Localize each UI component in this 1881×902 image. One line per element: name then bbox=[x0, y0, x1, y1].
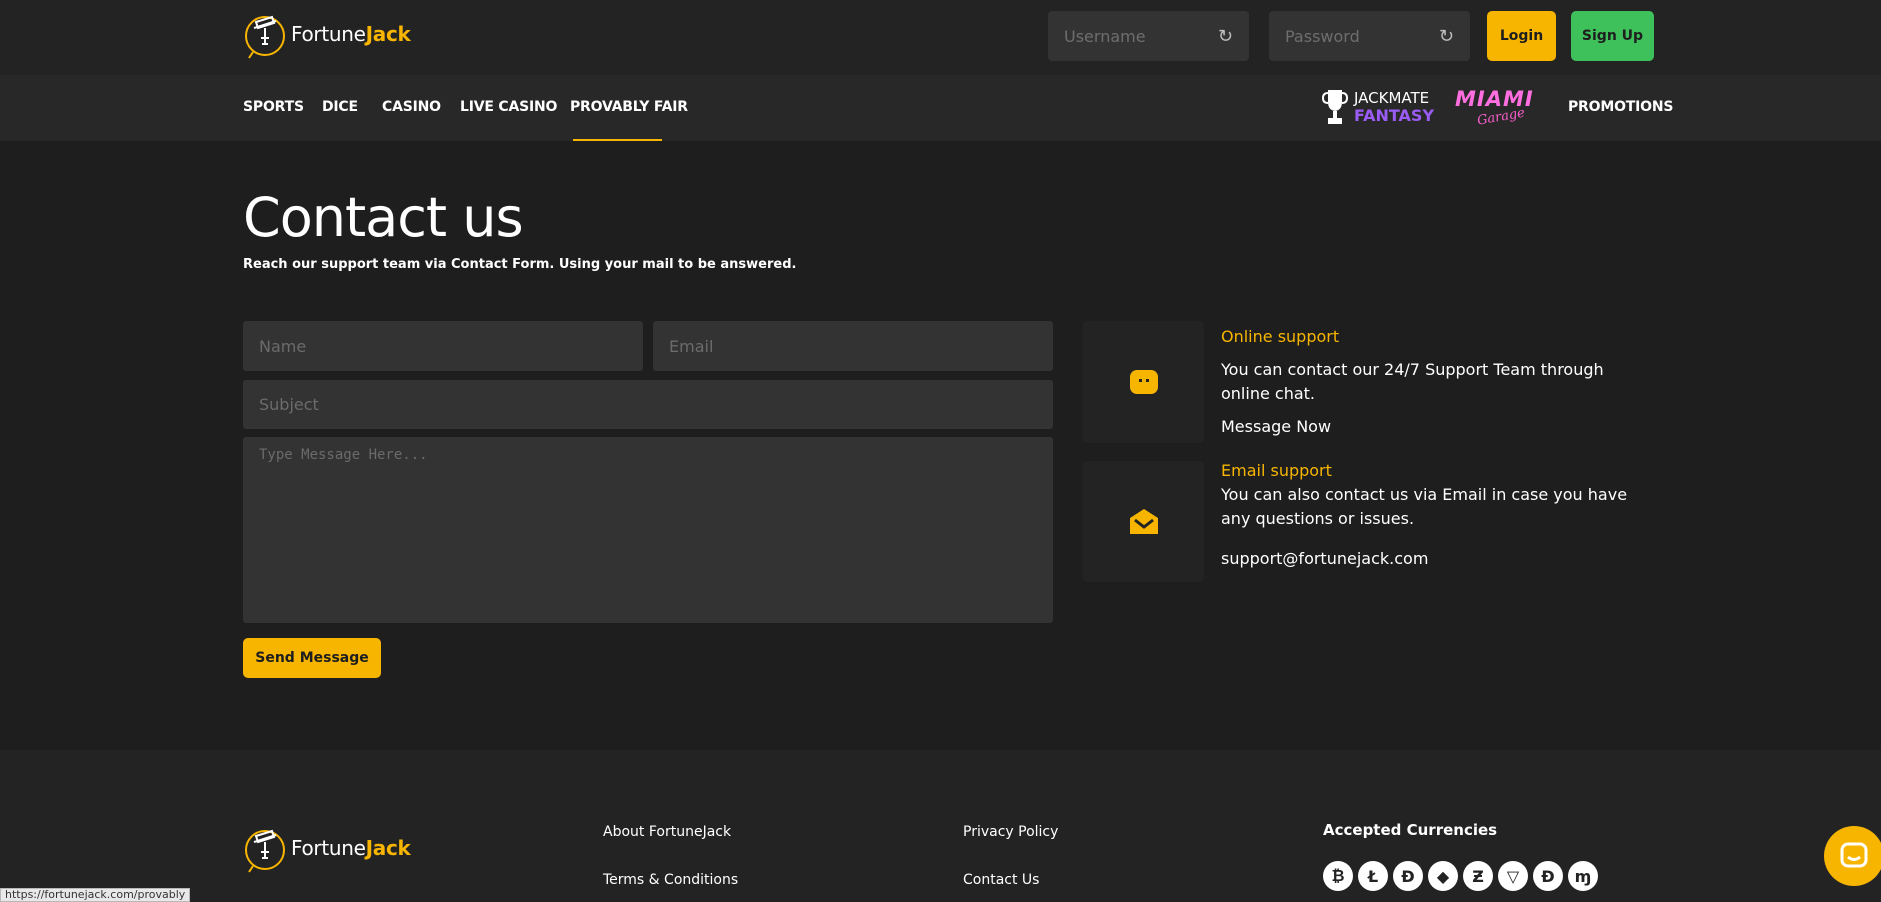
fortunejack-logo-icon bbox=[245, 15, 285, 59]
online-support-title: Online support bbox=[1221, 327, 1340, 346]
footer-contact-link[interactable]: Contact Us bbox=[963, 872, 1039, 888]
nav-item-dice[interactable]: DICE bbox=[322, 99, 358, 115]
logo-text-part2: Jack bbox=[365, 22, 411, 46]
username-placeholder: Username bbox=[1064, 26, 1146, 46]
nav-item-sports[interactable]: SPORTS bbox=[243, 99, 304, 115]
accepted-currencies-heading: Accepted Currencies bbox=[1323, 821, 1498, 839]
username-input[interactable]: Username ↻ bbox=[1048, 11, 1249, 61]
zcash-icon: Ƶ bbox=[1463, 861, 1493, 891]
email-input[interactable]: Email bbox=[653, 321, 1053, 371]
dogecoin-icon: Ð bbox=[1393, 861, 1423, 891]
logo-text-part2: Jack bbox=[365, 836, 411, 860]
support-email-link[interactable]: support@fortunejack.com bbox=[1221, 549, 1428, 568]
chat-icon bbox=[1129, 370, 1158, 394]
logo-text: FortuneJack bbox=[291, 836, 411, 860]
refresh-icon[interactable]: ↻ bbox=[1218, 26, 1233, 47]
footer-about-link[interactable]: About FortuneJack bbox=[603, 824, 731, 840]
login-button[interactable]: Login bbox=[1487, 11, 1556, 61]
header-logo[interactable]: FortuneJack bbox=[243, 8, 411, 60]
password-placeholder: Password bbox=[1285, 26, 1360, 46]
miami-garage-logo-icon: MIAMI Garage bbox=[1455, 87, 1533, 129]
jackmate-fantasy-link[interactable]: JACKMATE FANTASY bbox=[1322, 88, 1434, 126]
signup-button[interactable]: Sign Up bbox=[1571, 11, 1654, 61]
message-textarea[interactable]: Type Message Here... bbox=[243, 437, 1053, 623]
email-support-box bbox=[1083, 461, 1204, 582]
monero-icon: ɱ bbox=[1568, 861, 1598, 891]
ethereum-icon: ◆ bbox=[1428, 861, 1458, 891]
litecoin-icon: Ł bbox=[1358, 861, 1388, 891]
chat-bubble-icon bbox=[1840, 842, 1868, 868]
logo-text-part1: Fortune bbox=[291, 836, 366, 860]
page-title: Contact us bbox=[243, 186, 524, 249]
online-support-text: You can contact our 24/7 Support Team th… bbox=[1221, 360, 1604, 403]
fantasy-text: FANTASY bbox=[1354, 105, 1435, 125]
nav-item-live-casino[interactable]: LIVE CASINO bbox=[460, 99, 557, 115]
email-support-title: Email support bbox=[1221, 461, 1332, 480]
footer-terms-link[interactable]: Terms & Conditions bbox=[603, 872, 738, 888]
live-chat-button[interactable] bbox=[1824, 826, 1881, 886]
email-support-text: You can also contact us via Email in cas… bbox=[1221, 485, 1628, 528]
page-subtitle: Reach our support team via Contact Form.… bbox=[243, 257, 797, 272]
jackmate-text: JACKMATE bbox=[1354, 88, 1430, 107]
miami-garage-logo[interactable]: MIAMI Garage bbox=[1453, 86, 1543, 129]
nav-item-casino[interactable]: CASINO bbox=[382, 99, 441, 115]
fortunejack-logo-icon bbox=[245, 829, 285, 873]
logo-text-part1: Fortune bbox=[291, 22, 366, 46]
name-input[interactable]: Name bbox=[243, 321, 643, 371]
status-bar-url: https://fortunejack.com/provably bbox=[0, 888, 191, 902]
bitcoin-icon: ₿ bbox=[1323, 861, 1353, 891]
password-input[interactable]: Password ↻ bbox=[1269, 11, 1470, 61]
currency-list: ₿ Ł Ð ◆ Ƶ ▽ Đ ɱ bbox=[1323, 861, 1598, 891]
nav-item-provably-fair[interactable]: PROVABLY FAIR bbox=[570, 99, 688, 115]
send-message-button[interactable]: Send Message bbox=[243, 638, 381, 678]
footer-logo[interactable]: FortuneJack bbox=[243, 822, 411, 874]
trophy-icon bbox=[1322, 90, 1348, 124]
refresh-icon[interactable]: ↻ bbox=[1439, 26, 1454, 47]
nav-active-indicator bbox=[573, 139, 662, 141]
dash-icon: Đ bbox=[1533, 861, 1563, 891]
tron-icon: ▽ bbox=[1498, 861, 1528, 891]
logo-text: FortuneJack bbox=[291, 22, 411, 46]
message-now-link[interactable]: Message Now bbox=[1221, 417, 1331, 436]
online-support-box bbox=[1083, 321, 1204, 443]
envelope-icon bbox=[1129, 508, 1158, 534]
nav-item-promotions[interactable]: PROMOTIONS bbox=[1568, 99, 1673, 115]
subject-input[interactable]: Subject bbox=[243, 380, 1053, 429]
footer-privacy-link[interactable]: Privacy Policy bbox=[963, 824, 1058, 840]
